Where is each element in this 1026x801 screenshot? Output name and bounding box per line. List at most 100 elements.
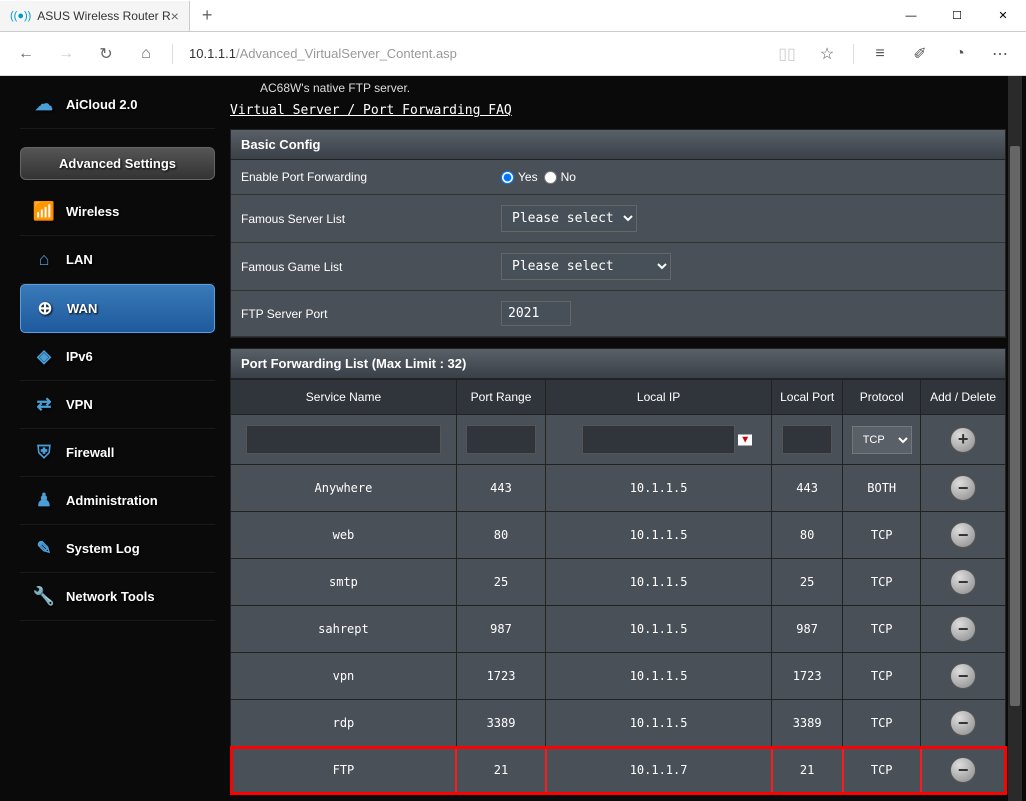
cell-port: 3389 — [772, 700, 843, 747]
service-name-input[interactable] — [246, 425, 441, 454]
close-icon[interactable]: × — [171, 8, 179, 24]
share-icon[interactable]: ◔ — [942, 36, 978, 72]
ftp-port-input[interactable] — [501, 301, 571, 326]
cell-name: sahrept — [231, 606, 457, 653]
nav-icon: ♟ — [30, 490, 58, 511]
sidebar-item-label: Network Tools — [66, 589, 155, 604]
sidebar-item-firewall[interactable]: ⛨Firewall — [20, 429, 215, 477]
add-button[interactable]: + — [950, 427, 976, 453]
delete-button[interactable]: − — [950, 663, 976, 689]
delete-button[interactable]: − — [950, 522, 976, 548]
nav-icon: ⇄ — [30, 394, 58, 415]
col-header: Local IP — [546, 380, 772, 415]
pf-table: Service NamePort RangeLocal IPLocal Port… — [230, 379, 1006, 794]
port-range-input[interactable] — [466, 425, 536, 454]
more-icon[interactable]: ⋯ — [982, 36, 1018, 72]
table-row: smtp2510.1.1.525TCP− — [231, 559, 1006, 606]
refresh-button[interactable]: ↻ — [88, 36, 124, 72]
address-bar[interactable]: 10.1.1.1/Advanced_VirtualServer_Content.… — [189, 46, 757, 61]
dropdown-icon[interactable]: ▼ — [738, 434, 752, 445]
nav-icon: ⛨ — [30, 442, 58, 463]
scrollbar[interactable] — [1008, 76, 1022, 801]
sidebar-item-network-tools[interactable]: 🔧 Network Tools — [20, 573, 215, 621]
cloud-icon: ☁ — [30, 94, 58, 115]
enable-no-radio[interactable]: No — [544, 170, 576, 184]
faq-link[interactable]: Virtual Server / Port Forwarding FAQ — [230, 103, 512, 118]
col-header: Service Name — [231, 380, 457, 415]
sidebar-item-aicloud[interactable]: ☁ AiCloud 2.0 — [20, 81, 215, 129]
local-ip-input[interactable] — [582, 425, 735, 454]
main-panel: AC68W's native FTP server. Virtual Serve… — [215, 76, 1006, 801]
cell-proto: TCP — [843, 559, 921, 606]
cell-proto: BOTH — [843, 465, 921, 512]
col-header: Add / Delete — [921, 380, 1006, 415]
cell-proto: TCP — [843, 747, 921, 794]
maximize-button[interactable]: ☐ — [934, 0, 980, 32]
cell-port: 25 — [772, 559, 843, 606]
sidebar-item-label: Administration — [66, 493, 158, 508]
home-button[interactable]: ⌂ — [128, 36, 164, 72]
delete-button[interactable]: − — [950, 757, 976, 783]
sidebar-item-ipv6[interactable]: ◈ IPv6 — [20, 333, 215, 381]
nav-icon: ⊕ — [31, 298, 59, 319]
wifi-icon: ((●)) — [10, 10, 31, 22]
delete-button[interactable]: − — [950, 616, 976, 642]
favorite-icon[interactable]: ☆ — [809, 36, 845, 72]
scroll-thumb[interactable] — [1010, 146, 1020, 706]
cell-name: web — [231, 512, 457, 559]
cell-proto: TCP — [843, 700, 921, 747]
table-row: sahrept98710.1.1.5987TCP− — [231, 606, 1006, 653]
basic-config-panel: Enable Port Forwarding Yes No Famous Ser… — [230, 160, 1006, 338]
browser-titlebar: ((●)) ASUS Wireless Router R × + — ☐ ✕ — [0, 0, 1026, 32]
sidebar-item-system-log[interactable]: ✎System Log — [20, 525, 215, 573]
local-port-input[interactable] — [782, 425, 832, 454]
sidebar-item-label: Wireless — [66, 204, 119, 219]
cell-ip: 10.1.1.5 — [546, 512, 772, 559]
cell-range: 21 — [456, 747, 545, 794]
delete-button[interactable]: − — [950, 475, 976, 501]
sidebar-item-label: AiCloud 2.0 — [66, 97, 138, 112]
back-button[interactable]: ← — [8, 36, 44, 72]
reading-icon[interactable]: ▯▯ — [769, 36, 805, 72]
new-tab-button[interactable]: + — [190, 5, 225, 26]
hub-icon[interactable]: ≡ — [862, 36, 898, 72]
delete-button[interactable]: − — [950, 569, 976, 595]
col-header: Local Port — [772, 380, 843, 415]
sidebar-item-label: IPv6 — [66, 349, 93, 364]
table-row: Anywhere44310.1.1.5443BOTH− — [231, 465, 1006, 512]
cell-ip: 10.1.1.5 — [546, 700, 772, 747]
sidebar-item-wireless[interactable]: 📶Wireless — [20, 188, 215, 236]
cell-range: 443 — [456, 465, 545, 512]
famous-server-label: Famous Server List — [241, 212, 501, 226]
page-content: ☁ AiCloud 2.0 Advanced Settings 📶Wireles… — [0, 76, 1026, 801]
enable-pf-label: Enable Port Forwarding — [241, 170, 501, 184]
sidebar-item-vpn[interactable]: ⇄ VPN — [20, 381, 215, 429]
famous-game-select[interactable]: Please select — [501, 253, 671, 280]
notes-icon[interactable]: ✐ — [902, 36, 938, 72]
cell-name: rdp — [231, 700, 457, 747]
nav-icon: ◈ — [30, 346, 58, 367]
col-header: Port Range — [456, 380, 545, 415]
protocol-select[interactable]: TCP — [852, 426, 912, 454]
sidebar-item-label: LAN — [66, 252, 93, 267]
close-button[interactable]: ✕ — [980, 0, 1026, 32]
cell-range: 1723 — [456, 653, 545, 700]
sidebar-item-lan[interactable]: ⌂LAN — [20, 236, 215, 284]
browser-tab[interactable]: ((●)) ASUS Wireless Router R × — [0, 1, 190, 31]
cell-name: Anywhere — [231, 465, 457, 512]
delete-button[interactable]: − — [950, 710, 976, 736]
famous-server-select[interactable]: Please select — [501, 205, 637, 232]
cell-port: 21 — [772, 747, 843, 794]
cell-proto: TCP — [843, 606, 921, 653]
table-row: web8010.1.1.580TCP− — [231, 512, 1006, 559]
cell-range: 987 — [456, 606, 545, 653]
sidebar-item-administration[interactable]: ♟ Administration — [20, 477, 215, 525]
sidebar-item-label: VPN — [66, 397, 93, 412]
forward-button[interactable]: → — [48, 36, 84, 72]
minimize-button[interactable]: — — [888, 0, 934, 32]
cell-ip: 10.1.1.5 — [546, 559, 772, 606]
sidebar-item-wan[interactable]: ⊕WAN — [20, 284, 215, 333]
nav-icon: 🔧 — [30, 586, 58, 607]
enable-yes-radio[interactable]: Yes — [501, 170, 538, 184]
nav-icon: ✎ — [30, 538, 58, 559]
